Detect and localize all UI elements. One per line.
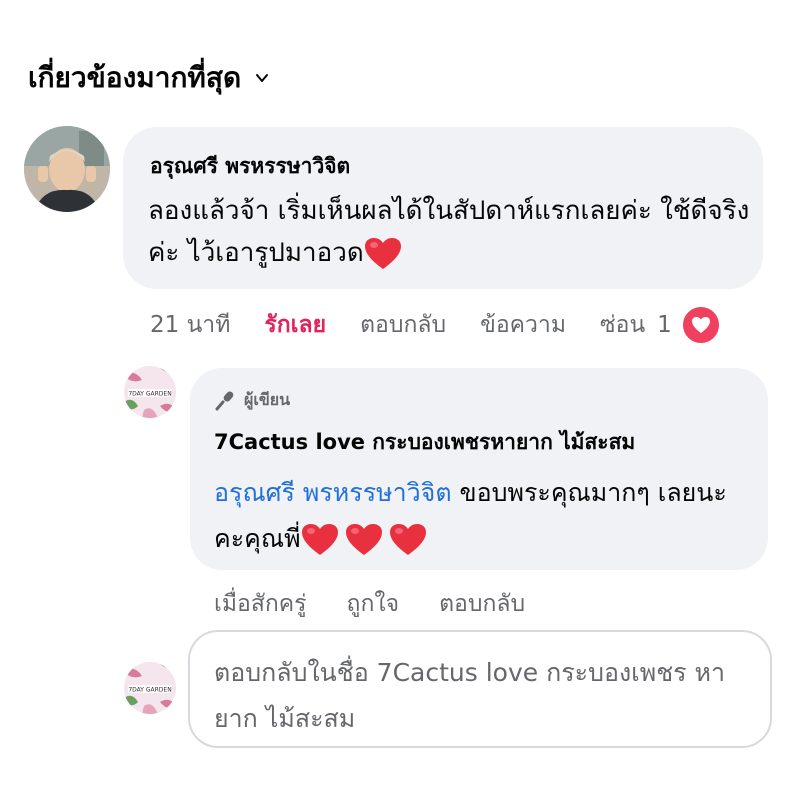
sort-dropdown[interactable]: เกี่ยวข้องมากที่สุด bbox=[28, 56, 269, 100]
reply-timestamp[interactable]: เมื่อสักครู่ bbox=[214, 586, 307, 622]
hide-button[interactable]: ซ่อน bbox=[600, 307, 645, 343]
comment-author[interactable]: อรุณศรี พรหรรษาวิจิต bbox=[150, 150, 350, 183]
reply-button[interactable]: ตอบกลับ bbox=[360, 307, 446, 343]
reply-input-placeholder[interactable]: ตอบกลับในชื่อ 7Cactus love กระบองเพชร หา… bbox=[214, 650, 754, 742]
commenter-avatar[interactable] bbox=[24, 126, 110, 212]
chevron-down-icon bbox=[256, 74, 269, 82]
avatar-logo-text: 7DAY GARDEN bbox=[128, 391, 171, 398]
love-reaction-icon[interactable] bbox=[679, 304, 722, 346]
avatar-logo-text: 7DAY GARDEN bbox=[128, 687, 171, 694]
reply-button[interactable]: ตอบกลับ bbox=[439, 586, 525, 622]
like-button[interactable]: ถูกใจ bbox=[347, 586, 400, 622]
comment-text: ลองแล้วจ้า เริ่มเห็นผลได้ในสัปดาห์แรกเลย… bbox=[148, 190, 758, 274]
heart-emoji-icon bbox=[345, 524, 382, 555]
author-badge: ผู้เขียน bbox=[214, 388, 290, 413]
message-button[interactable]: ข้อความ bbox=[480, 307, 566, 343]
heart-emoji-icon bbox=[301, 524, 338, 555]
reply-text: อรุณศรี พรหรรษาวิจิต ขอบพระคุณมากๆ เลยนะ… bbox=[214, 470, 754, 562]
heart-emoji-icon bbox=[364, 237, 401, 269]
reply-actions: เมื่อสักครู่ ถูกใจ ตอบกลับ bbox=[214, 586, 565, 622]
reaction-count[interactable]: 1 bbox=[657, 312, 672, 338]
love-button[interactable]: รักเลย bbox=[264, 307, 326, 343]
heart-emoji-icon bbox=[389, 524, 426, 555]
author-badge-label: ผู้เขียน bbox=[244, 390, 291, 409]
reply-author[interactable]: 7Cactus love กระบองเพชรหายาก ไม้สะสม bbox=[214, 426, 635, 459]
mention-link[interactable]: อรุณศรี พรหรรษาวิจิต bbox=[214, 478, 452, 507]
microphone-icon bbox=[215, 390, 234, 410]
comment-timestamp[interactable]: 21 นาที bbox=[150, 307, 230, 343]
comment-actions: 21 นาที รักเลย ตอบกลับ ข้อความ ซ่อน 1 bbox=[150, 304, 722, 346]
current-user-avatar: 7DAY GARDEN bbox=[124, 662, 176, 714]
comment-text-body: ลองแล้วจ้า เริ่มเห็นผลได้ในสัปดาห์แรกเลย… bbox=[148, 196, 750, 268]
sort-label: เกี่ยวข้องมากที่สุด bbox=[28, 61, 242, 94]
page-avatar[interactable]: 7DAY GARDEN bbox=[124, 366, 176, 418]
